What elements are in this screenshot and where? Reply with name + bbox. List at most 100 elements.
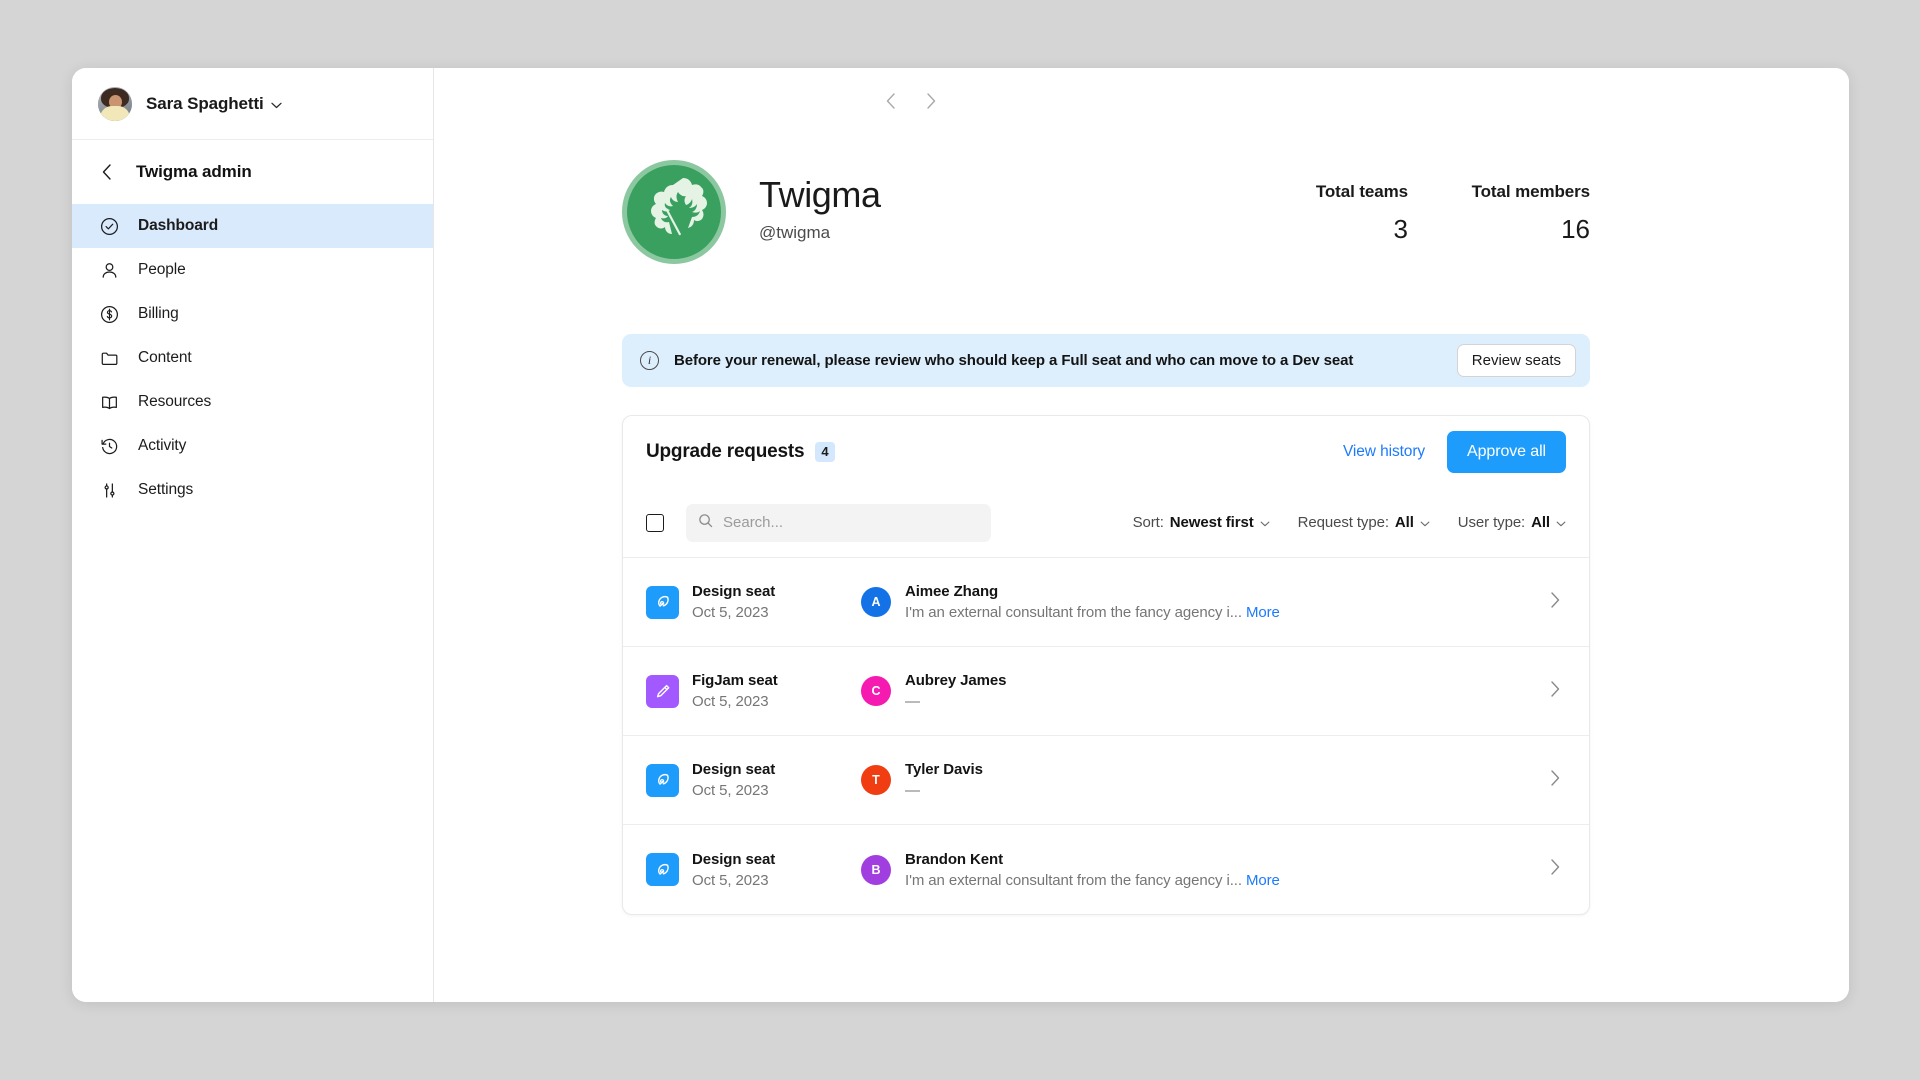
pen-nib-icon	[646, 585, 679, 619]
chevron-right-icon[interactable]	[1550, 769, 1566, 791]
user-note-text: I'm an external consultant from the fanc…	[905, 871, 1242, 889]
seat-type: Design seat	[692, 850, 776, 868]
marker-pen-icon	[646, 674, 679, 708]
sliders-icon	[98, 479, 120, 501]
sidebar-item-people[interactable]: People	[72, 248, 433, 292]
user-name: Brandon Kent	[905, 850, 1003, 868]
main-content: Twigma @twigma Total teams 3 Total membe…	[434, 68, 1849, 1002]
user-cell: C Aubrey James —	[861, 672, 1550, 710]
app-window: Sara Spaghetti Twigma admin Dashboard Pe…	[72, 68, 1849, 1002]
user-info: Brandon Kent I'm an external consultant …	[905, 851, 1280, 889]
seat-cell: Design seat Oct 5, 2023	[646, 851, 861, 889]
avatar: T	[861, 765, 891, 795]
nav-back-button[interactable]	[886, 92, 896, 112]
sort-filter[interactable]: Sort: Newest first	[1133, 514, 1270, 531]
approve-all-button[interactable]: Approve all	[1447, 431, 1566, 473]
more-link[interactable]: More	[1246, 604, 1280, 621]
sidebar-item-dashboard[interactable]: Dashboard	[72, 204, 433, 248]
sidebar-nav: Dashboard People Billing Content Resourc…	[72, 204, 433, 512]
table-row[interactable]: Design seat Oct 5, 2023 T Tyler Davis —	[623, 736, 1589, 825]
request-type-filter-label: Request type:	[1297, 514, 1389, 531]
filter-group: Sort: Newest first Request type: All Use…	[1133, 514, 1566, 531]
search-box[interactable]	[686, 503, 991, 542]
folder-icon	[98, 347, 120, 369]
user-note: —	[905, 693, 920, 710]
sidebar: Sara Spaghetti Twigma admin Dashboard Pe…	[72, 68, 434, 1002]
seat-cell: FigJam seat Oct 5, 2023	[646, 672, 861, 710]
admin-section-title: Twigma admin	[136, 162, 252, 181]
user-name: Aimee Zhang	[905, 583, 999, 600]
sidebar-item-content[interactable]: Content	[72, 336, 433, 380]
chevron-right-icon[interactable]	[1550, 591, 1566, 613]
sidebar-item-billing[interactable]: Billing	[72, 292, 433, 336]
request-date: Oct 5, 2023	[692, 604, 769, 621]
avatar: C	[861, 676, 891, 706]
request-date: Oct 5, 2023	[692, 871, 769, 889]
user-cell: B Brandon Kent I'm an external consultan…	[861, 851, 1550, 889]
sort-filter-value: Newest first	[1169, 514, 1254, 531]
user-note: I'm an external consultant from the fanc…	[905, 604, 1280, 621]
user-cell: T Tyler Davis —	[861, 761, 1550, 799]
renewal-banner: i Before your renewal, please review who…	[622, 334, 1590, 387]
status-badge: 4	[815, 442, 835, 462]
upgrade-requests-card: Upgrade requests 4 View history Approve …	[622, 415, 1590, 915]
request-date: Oct 5, 2023	[692, 693, 769, 710]
org-header: Twigma @twigma Total teams 3 Total membe…	[622, 136, 1590, 264]
stat-value: 3	[1393, 214, 1408, 244]
pen-nib-icon	[646, 763, 679, 797]
book-icon	[98, 391, 120, 413]
chevron-right-icon[interactable]	[1550, 680, 1566, 702]
admin-section-header[interactable]: Twigma admin	[72, 140, 433, 204]
table-row[interactable]: FigJam seat Oct 5, 2023 C Aubrey James —	[623, 647, 1589, 736]
user-type-filter-value: All	[1531, 514, 1550, 531]
stat-label: Total teams	[1315, 182, 1408, 201]
account-switcher[interactable]: Sara Spaghetti	[72, 68, 433, 140]
seat-info: FigJam seat Oct 5, 2023	[692, 672, 778, 710]
nav-forward-button[interactable]	[926, 92, 936, 112]
stat-value: 16	[1561, 214, 1590, 244]
sidebar-item-label: Activity	[138, 437, 187, 454]
view-history-button[interactable]: View history	[1343, 443, 1425, 461]
chevron-down-icon	[1420, 518, 1430, 530]
filter-bar: Sort: Newest first Request type: All	[623, 488, 1589, 558]
dashboard-content: Twigma @twigma Total teams 3 Total membe…	[434, 136, 1849, 915]
sidebar-item-label: Settings	[138, 481, 194, 498]
sidebar-item-settings[interactable]: Settings	[72, 468, 433, 512]
user-note-text: I'm an external consultant from the fanc…	[905, 604, 1242, 621]
seat-cell: Design seat Oct 5, 2023	[646, 583, 861, 621]
dollar-circle-icon	[98, 303, 120, 325]
review-seats-button[interactable]: Review seats	[1456, 344, 1576, 377]
org-identity: Twigma @twigma	[759, 160, 881, 243]
user-name: Tyler Davis	[905, 761, 983, 778]
avatar: A	[861, 587, 891, 617]
stat-total-teams: Total teams 3	[1278, 182, 1408, 245]
chevron-right-icon[interactable]	[1550, 859, 1566, 880]
sidebar-item-resources[interactable]: Resources	[72, 380, 433, 424]
user-name: Aubrey James	[905, 672, 1007, 689]
pen-nib-icon	[646, 853, 679, 886]
more-link[interactable]: More	[1246, 872, 1280, 889]
chevron-left-icon[interactable]	[98, 163, 116, 181]
table-row[interactable]: Design seat Oct 5, 2023 A Aimee Zhang I'…	[623, 558, 1589, 647]
main-topbar	[434, 68, 1849, 136]
monstera-leaf-icon	[622, 160, 726, 264]
user-info: Aubrey James —	[905, 672, 1006, 710]
sidebar-item-activity[interactable]: Activity	[72, 424, 433, 468]
history-clock-icon	[98, 435, 120, 457]
seat-info: Design seat Oct 5, 2023	[692, 761, 775, 799]
search-input[interactable]	[723, 514, 979, 531]
request-type-filter[interactable]: Request type: All	[1298, 514, 1430, 531]
user-type-filter[interactable]: User type: All	[1458, 514, 1566, 531]
seat-info: Design seat Oct 5, 2023	[692, 583, 775, 621]
org-handle: @twigma	[759, 222, 831, 242]
seat-type: FigJam seat	[692, 672, 778, 689]
table-row[interactable]: Design seat Oct 5, 2023 B Brandon Kent I…	[623, 825, 1589, 914]
check-circle-icon	[98, 215, 120, 237]
chevron-down-icon	[1556, 518, 1566, 530]
stat-label: Total members	[1471, 182, 1590, 201]
user-info: Aimee Zhang I'm an external consultant f…	[905, 583, 1280, 621]
select-all-checkbox[interactable]	[646, 513, 664, 532]
seat-type: Design seat	[692, 583, 776, 600]
avatar: B	[861, 854, 891, 885]
seat-info: Design seat Oct 5, 2023	[692, 851, 775, 889]
